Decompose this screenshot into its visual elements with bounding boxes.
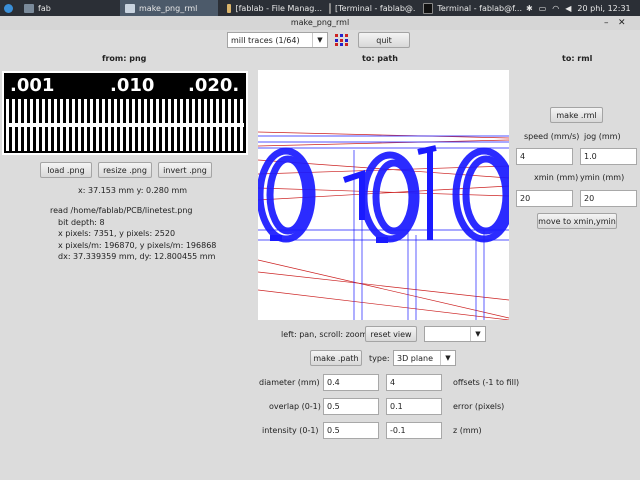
workspace-label: fab <box>38 3 51 13</box>
window-title: make_png_rml <box>290 18 350 27</box>
task-make-png-rml[interactable]: make_png_rml <box>120 0 218 16</box>
preview-baseline <box>6 123 244 127</box>
type-label: type: <box>369 354 390 363</box>
taskbar: fab make_png_rml [fablab - File Manag...… <box>0 0 640 16</box>
size-readout: x: 37.153 mm y: 0.280 mm <box>78 186 188 195</box>
diameter-label: diameter (mm) <box>259 378 320 387</box>
clock[interactable]: 20 phi, 12:31 <box>577 4 630 13</box>
close-icon[interactable]: ✕ <box>618 16 626 30</box>
make-rml-button[interactable]: make .rml <box>550 107 603 123</box>
ymin-input[interactable]: 20 <box>580 190 637 207</box>
home-folder-icon <box>227 3 232 13</box>
window-icon <box>125 3 135 13</box>
preview-label: .020. <box>188 75 240 96</box>
overlap-input[interactable]: 0.5 <box>323 398 379 415</box>
reset-view-button[interactable]: reset view <box>365 326 417 342</box>
task-file-manager[interactable]: [fablab - File Manag... <box>222 0 322 16</box>
speed-label: speed (mm/s) <box>524 132 580 141</box>
offsets-label: offsets (-1 to fill) <box>453 378 520 387</box>
chevron-down-icon: ▼ <box>312 33 327 47</box>
info-line: x pixels: 7351, y pixels: 2520 <box>58 229 176 238</box>
quit-button[interactable]: quit <box>358 32 410 48</box>
task-terminal-1[interactable]: [Terminal - fablab@... <box>324 0 416 16</box>
ymin-label: ymin (mm) <box>580 173 625 182</box>
xmin-label: xmin (mm) <box>534 173 579 182</box>
window-titlebar: make_png_rml – ✕ <box>0 16 640 30</box>
z-label: z (mm) <box>453 426 482 435</box>
offsets-input[interactable]: 4 <box>386 374 442 391</box>
bluetooth-icon[interactable]: ✱ <box>526 4 533 13</box>
invert-png-button[interactable]: invert .png <box>158 162 212 178</box>
view-select[interactable]: ▼ <box>424 326 486 342</box>
rml-header: to: rml <box>562 54 593 63</box>
task-label: make_png_rml <box>139 3 198 13</box>
task-label: [fablab - File Manag... <box>235 3 322 13</box>
intensity-input[interactable]: 0.5 <box>323 422 379 439</box>
jog-input[interactable]: 1.0 <box>580 148 637 165</box>
volume-icon[interactable]: ◀ <box>565 4 571 13</box>
resize-png-button[interactable]: resize .png <box>98 162 152 178</box>
from-header: from: png <box>102 54 147 63</box>
info-line: x pixels/m: 196870, y pixels/m: 196868 <box>58 240 217 250</box>
toolpath-drawing <box>258 131 509 320</box>
type-select[interactable]: 3D plane ▼ <box>393 350 456 366</box>
move-to-xmin-ymin-button[interactable]: move to xmin,ymin <box>537 213 617 229</box>
make-path-button[interactable]: make .path <box>310 350 362 366</box>
process-select[interactable]: mill traces (1/64) ▼ <box>227 32 328 48</box>
terminal-icon <box>423 2 434 14</box>
wifi-icon[interactable]: ◠ <box>552 4 559 13</box>
view-hint: left: pan, scroll: zoom <box>281 330 368 339</box>
jog-label: jog (mm) <box>584 132 621 141</box>
task-terminal-2[interactable]: Terminal - fablab@f... <box>418 0 522 16</box>
overlap-label: overlap (0-1) <box>269 402 321 411</box>
preview-label: .001 <box>10 75 55 96</box>
process-select-value: mill traces (1/64) <box>231 35 300 45</box>
path-view[interactable] <box>258 70 509 320</box>
diameter-input[interactable]: 0.4 <box>323 374 379 391</box>
z-input[interactable]: -0.1 <box>386 422 442 439</box>
intensity-label: intensity (0-1) <box>262 426 319 435</box>
chevron-down-icon: ▼ <box>440 351 455 365</box>
speed-input[interactable]: 4 <box>516 148 573 165</box>
info-line: dx: 37.339359 mm, dy: 12.800455 mm <box>58 252 216 261</box>
system-tray: ✱ ▭ ◠ ◀ 20 phi, 12:31 <box>526 0 631 16</box>
path-header: to: path <box>362 54 398 63</box>
png-info: read /home/fablab/PCB/linetest.png bit d… <box>50 205 216 263</box>
workspace-switcher[interactable]: fab <box>0 0 118 16</box>
app-menu-icon[interactable] <box>4 3 13 13</box>
task-label: [Terminal - fablab@... <box>335 3 416 13</box>
info-line: bit depth: 8 <box>58 217 105 227</box>
preview-label: .010 <box>110 75 155 96</box>
png-preview[interactable]: .001 .010 .020. <box>2 71 248 155</box>
fab-logo-icon <box>334 33 350 47</box>
keyboard-layout-icon[interactable]: ▭ <box>539 4 547 13</box>
terminal-icon <box>329 2 331 14</box>
info-line: read /home/fablab/PCB/linetest.png <box>50 206 193 215</box>
error-label: error (pixels) <box>453 402 505 411</box>
folder-icon <box>24 3 34 13</box>
minimize-icon[interactable]: – <box>604 16 609 30</box>
load-png-button[interactable]: load .png <box>40 162 92 178</box>
error-input[interactable]: 0.1 <box>386 398 442 415</box>
chevron-down-icon: ▼ <box>470 327 485 341</box>
task-label: Terminal - fablab@f... <box>437 3 522 13</box>
xmin-input[interactable]: 20 <box>516 190 573 207</box>
type-select-value: 3D plane <box>397 353 433 363</box>
